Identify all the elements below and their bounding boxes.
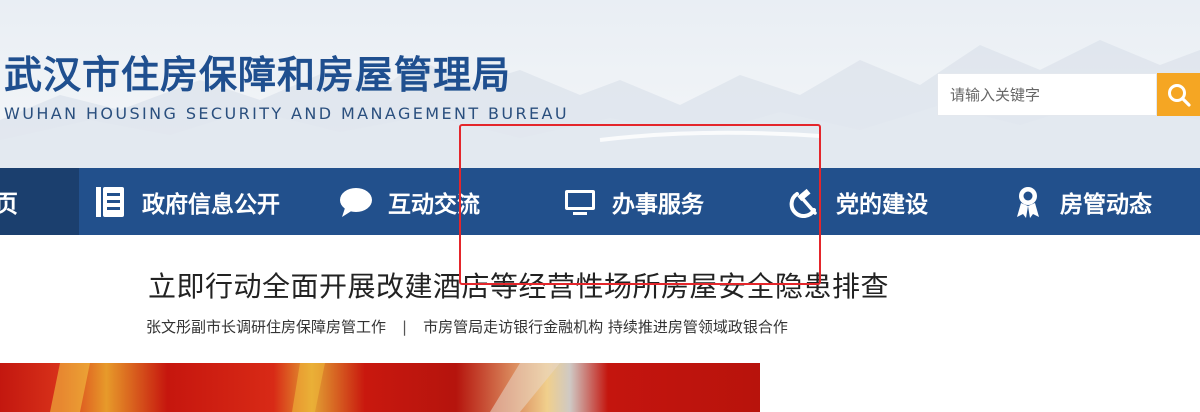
nav-item-label: 政府信息公开 bbox=[142, 191, 280, 218]
sub-news: 张文彤副市长调研住房保障房管工作 | 市房管局走访银行金融机构 持续推进房管领域政银… bbox=[146, 316, 788, 337]
sub-news-link[interactable]: 张文彤副市长调研住房保障房管工作 bbox=[146, 318, 386, 336]
search-button[interactable] bbox=[1157, 73, 1200, 116]
highlight-box bbox=[459, 124, 821, 285]
nav-item-news[interactable]: 房管动态 bbox=[1010, 168, 1152, 235]
site-title: 武汉市住房保障和房屋管理局 bbox=[4, 53, 512, 97]
nav-item-home[interactable]: 页 bbox=[0, 168, 79, 235]
nav-home-label: 页 bbox=[0, 190, 18, 218]
award-ribbon-icon bbox=[1010, 184, 1046, 220]
nav-item-label: 党的建设 bbox=[836, 191, 928, 218]
search-input[interactable] bbox=[937, 73, 1157, 116]
nav-item-gov-info[interactable]: 政府信息公开 bbox=[92, 168, 280, 235]
separator: | bbox=[402, 318, 408, 336]
nav-item-label: 房管动态 bbox=[1060, 191, 1152, 218]
document-list-icon bbox=[92, 184, 128, 220]
news-photo[interactable] bbox=[0, 363, 760, 412]
photo-image bbox=[50, 363, 560, 412]
chat-bubble-icon bbox=[338, 184, 374, 220]
search-icon bbox=[1167, 83, 1191, 107]
sub-news-link[interactable]: 市房管局走访银行金融机构 持续推进房管领域政银合作 bbox=[423, 318, 788, 336]
site-subtitle: WUHAN HOUSING SECURITY AND MANAGEMENT BU… bbox=[4, 104, 569, 123]
